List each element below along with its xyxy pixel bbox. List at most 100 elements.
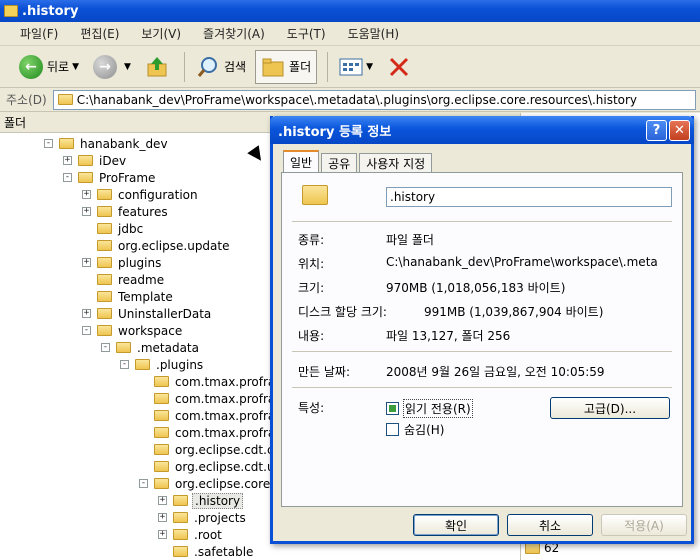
collapse-icon[interactable]: - — [82, 326, 91, 335]
tree-item[interactable]: com.tmax.profran — [139, 407, 285, 424]
tree-item-label: .root — [194, 527, 222, 542]
tree-item-label: configuration — [118, 187, 198, 202]
tree-item[interactable]: - .metadata — [101, 339, 201, 356]
folder-icon — [97, 325, 112, 336]
tree-item-label: jdbc — [118, 221, 144, 236]
search-button[interactable]: 검색 — [191, 50, 251, 84]
tree-item[interactable]: org.eclipse.update — [82, 237, 232, 254]
folder-icon — [97, 206, 112, 217]
tree-item[interactable]: + UninstallerData — [82, 305, 213, 322]
collapse-icon[interactable]: - — [44, 139, 53, 148]
folder-name-field[interactable]: .history — [386, 187, 672, 207]
menu-tools[interactable]: 도구(T) — [287, 25, 326, 42]
tab-customize[interactable]: 사용자 지정 — [359, 153, 433, 172]
address-input[interactable]: C:\hanabank_dev\ProFrame\workspace\.meta… — [52, 89, 696, 110]
dialog-title-bar[interactable]: .history 등록 정보 — [270, 116, 694, 144]
views-button[interactable]: ▼ — [334, 50, 378, 84]
chevron-down-icon[interactable]: ▼ — [366, 62, 373, 72]
close-button[interactable]: ✕ — [669, 120, 690, 141]
tree-item[interactable]: org.eclipse.cdt.c — [139, 441, 276, 458]
tree-item[interactable]: jdbc — [82, 220, 145, 237]
tree-item-label: hanabank_dev — [80, 136, 168, 151]
expand-icon[interactable]: + — [158, 513, 167, 522]
apply-button[interactable]: 적용(A) — [601, 514, 687, 536]
back-button[interactable]: ← 뒤로 ▼ — [14, 50, 84, 84]
location-value: C:\hanabank_dev\ProFrame\workspace\.meta — [386, 255, 658, 269]
folder-icon — [97, 274, 112, 285]
chevron-down-icon[interactable]: ▼ — [124, 62, 131, 72]
collapse-icon[interactable]: - — [101, 343, 110, 352]
tree-item[interactable]: - ProFrame — [63, 169, 157, 186]
back-label: 뒤로 — [47, 60, 70, 74]
tree-item[interactable]: + .history — [158, 492, 244, 509]
tree-item[interactable]: + .root — [158, 526, 224, 543]
folder-icon — [97, 240, 112, 251]
help-button[interactable]: ? — [646, 120, 667, 141]
folder-icon — [154, 376, 169, 387]
expand-icon[interactable]: + — [82, 258, 91, 267]
expand-icon[interactable]: + — [158, 496, 167, 505]
tree-item[interactable]: com.tmax.profran — [139, 373, 285, 390]
folders-label: 폴더 — [289, 60, 312, 74]
folder-icon — [154, 461, 169, 472]
tree-item[interactable]: + .projects — [158, 509, 248, 526]
menu-view[interactable]: 보기(V) — [141, 25, 181, 42]
tab-general[interactable]: 일반 — [283, 150, 320, 172]
menu-file[interactable]: 파일(F) — [20, 25, 58, 42]
collapse-icon[interactable]: - — [120, 360, 129, 369]
menu-favorites[interactable]: 즐겨찾기(A) — [203, 25, 265, 42]
tree-item-label: plugins — [118, 255, 162, 270]
collapse-icon[interactable]: - — [139, 479, 148, 488]
readonly-checkbox[interactable]: 읽기 전용(R) — [386, 399, 473, 418]
tree-item[interactable]: org.eclipse.cdt.u — [139, 458, 277, 475]
tree-item-label: workspace — [118, 323, 183, 338]
expand-icon[interactable]: + — [158, 530, 167, 539]
tree-item[interactable]: - .plugins — [120, 356, 205, 373]
tab-sharing[interactable]: 공유 — [321, 153, 358, 172]
menu-help[interactable]: 도움말(H) — [348, 25, 400, 42]
expand-icon[interactable]: + — [82, 190, 91, 199]
expand-icon[interactable]: + — [82, 207, 91, 216]
tree-item[interactable]: + plugins — [82, 254, 163, 271]
expand-icon[interactable]: + — [63, 156, 72, 165]
tree-item[interactable]: + iDev — [63, 152, 128, 169]
tree-item-label: com.tmax.profran — [175, 425, 283, 440]
folder-icon — [59, 138, 74, 149]
tree-item[interactable]: .safetable — [158, 543, 255, 560]
address-bar: 주소(D) C:\hanabank_dev\ProFrame\workspace… — [0, 88, 700, 112]
chevron-down-icon[interactable]: ▼ — [72, 62, 79, 72]
folder-icon — [154, 427, 169, 438]
expand-icon[interactable]: + — [82, 309, 91, 318]
tree-item[interactable]: com.tmax.profran — [139, 424, 285, 441]
hidden-label: 숨김(H) — [404, 423, 445, 437]
tree-item[interactable]: - org.eclipse.core. — [139, 475, 276, 492]
tree-item[interactable]: Template — [82, 288, 175, 305]
ok-button[interactable]: 확인 — [413, 514, 499, 536]
tree-item[interactable]: + configuration — [82, 186, 200, 203]
folders-button[interactable]: 폴더 — [255, 49, 318, 84]
size-label: 크기: — [298, 281, 325, 295]
folder-icon — [173, 495, 188, 506]
readonly-label: 읽기 전용(R) — [403, 399, 473, 418]
divider — [292, 387, 672, 388]
menu-edit[interactable]: 편집(E) — [80, 25, 119, 42]
forward-button[interactable]: → ▼ — [88, 50, 136, 84]
tree-item-label: org.eclipse.core. — [175, 476, 275, 491]
up-button[interactable] — [140, 50, 174, 84]
contents-label: 내용: — [298, 329, 325, 343]
attributes-label: 특성: — [298, 401, 325, 415]
tree-item-label: readme — [118, 272, 165, 287]
cancel-button[interactable]: 취소 — [507, 514, 593, 536]
tree-item[interactable]: + features — [82, 203, 170, 220]
hidden-checkbox[interactable]: 숨김(H) — [386, 421, 445, 438]
tree-item[interactable]: com.tmax.profran — [139, 390, 285, 407]
tree-item-label: org.eclipse.cdt.u — [175, 459, 275, 474]
delete-button[interactable] — [382, 50, 416, 84]
advanced-button[interactable]: 고급(D)... — [550, 397, 670, 419]
collapse-icon[interactable]: - — [63, 173, 72, 182]
tree-item[interactable]: - workspace — [82, 322, 184, 339]
tree-item[interactable]: readme — [82, 271, 166, 288]
window-title-bar[interactable]: .history — [0, 0, 700, 22]
tree-item[interactable]: - hanabank_dev — [44, 135, 170, 152]
tree-item-label: iDev — [99, 153, 127, 168]
